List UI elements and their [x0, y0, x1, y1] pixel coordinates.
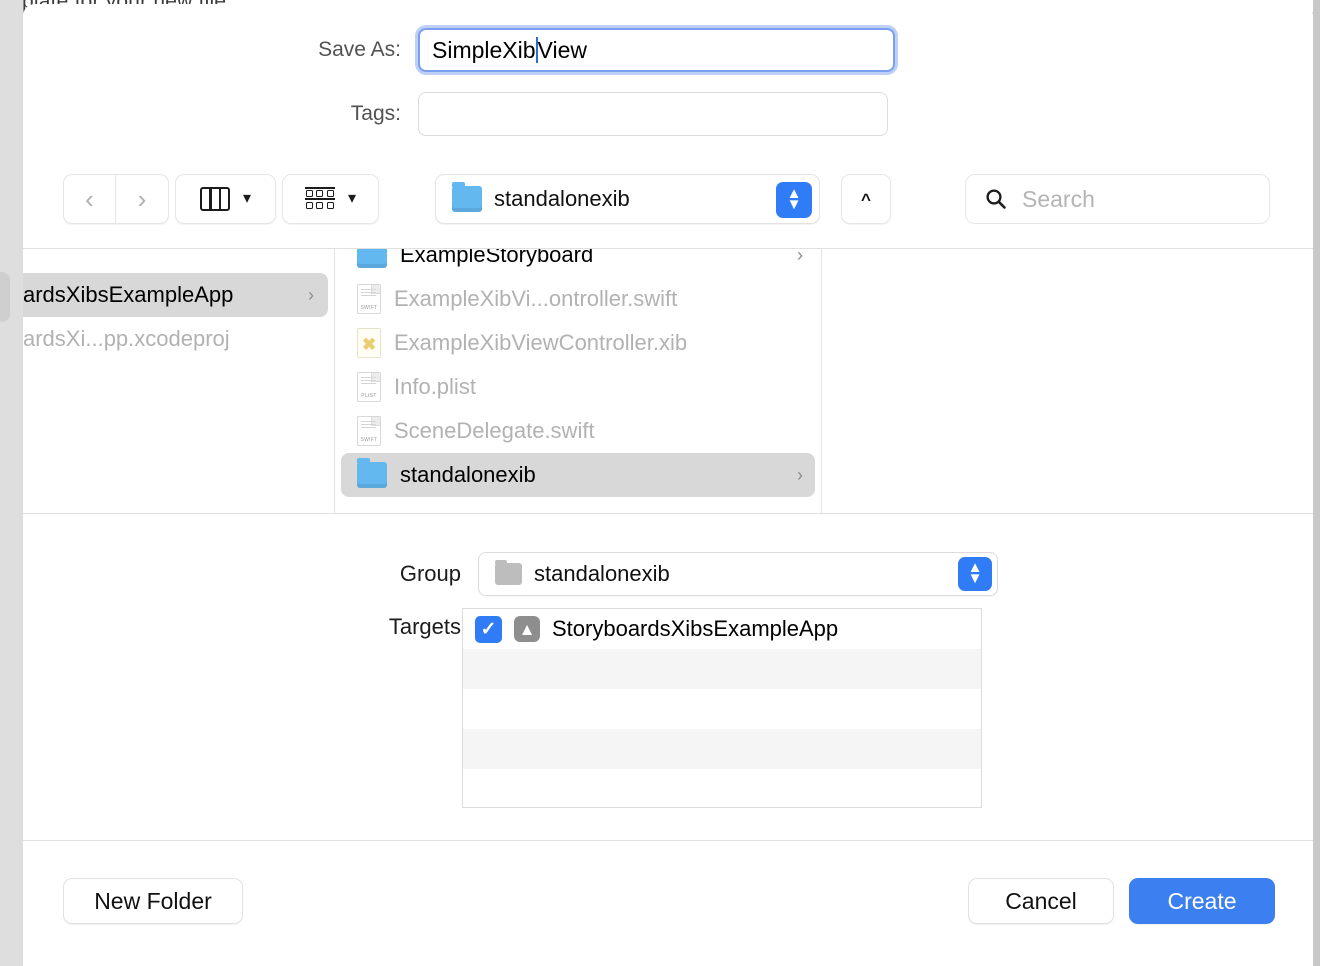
search-field[interactable]: Search: [965, 174, 1270, 224]
chevron-right-icon: ›: [797, 465, 803, 486]
targets-label: Targets: [23, 614, 478, 640]
folder-icon: [357, 249, 387, 268]
browser-toolbar: ‹ › ▾ ▾ standalonexib: [23, 174, 1313, 224]
location-popup-button[interactable]: standalonexib ▲ ▼: [435, 174, 820, 224]
location-popup-value: standalonexib: [494, 186, 630, 212]
file-name: ardsXibsExampleApp: [23, 282, 295, 308]
screen: plate for your new file Save As: SimpleX…: [0, 0, 1320, 966]
app-icon: ▲: [514, 616, 540, 642]
footer-divider: [23, 840, 1313, 841]
list-item[interactable]: SWIFT ExampleXibVi...ontroller.swift: [341, 277, 815, 321]
group-popup-button[interactable]: standalonexib ▲ ▼: [478, 552, 998, 596]
group-arrange-button[interactable]: ▾: [282, 174, 379, 224]
tags-row: Tags:: [23, 92, 888, 136]
new-folder-button[interactable]: New Folder: [63, 878, 243, 924]
swift-file-icon: SWIFT: [357, 416, 381, 446]
browser-column-2[interactable]: ExampleStoryboard › SWIFT ExampleXibVi..…: [335, 249, 822, 513]
cancel-button[interactable]: Cancel: [968, 878, 1114, 924]
chevron-down-icon: ▼: [968, 574, 983, 585]
folder-icon: [357, 462, 387, 488]
target-name: StoryboardsXibsExampleApp: [552, 616, 838, 642]
save-dialog: Save As: SimpleXib View Tags: ‹ › ▾: [23, 4, 1313, 966]
tags-label: Tags:: [23, 102, 418, 126]
group-label: Group: [23, 561, 478, 587]
file-name: SceneDelegate.swift: [394, 418, 803, 444]
chevron-down-icon: ▾: [348, 191, 356, 207]
plist-file-icon: PLIST: [357, 372, 381, 402]
chevron-left-icon: ‹: [85, 186, 94, 212]
chevron-down-icon: ▾: [243, 191, 251, 207]
chevron-right-icon: ›: [797, 249, 803, 266]
table-row[interactable]: [463, 649, 981, 689]
chevron-right-icon: ›: [308, 285, 314, 306]
table-row[interactable]: [463, 689, 981, 729]
column-view-icon: [200, 187, 230, 211]
tags-input[interactable]: [418, 92, 888, 136]
chevron-right-icon: ›: [138, 186, 147, 212]
file-name: Info.plist: [394, 374, 803, 400]
file-browser: ardsXibsExampleApp › ardsXi...pp.xcodepr…: [23, 248, 1313, 514]
browser-column-3[interactable]: [822, 249, 1313, 513]
list-item[interactable]: SWIFT SceneDelegate.swift: [341, 409, 815, 453]
file-name: ardsXi...pp.xcodeproj: [23, 326, 314, 352]
file-name: standalonexib: [400, 462, 784, 488]
chevron-down-icon: ▼: [787, 200, 802, 211]
back-button[interactable]: ‹: [63, 174, 116, 224]
background-right-panel: [1313, 0, 1320, 966]
list-item[interactable]: ✖ ExampleXibViewController.xib: [341, 321, 815, 365]
list-item[interactable]: standalonexib ›: [341, 453, 815, 497]
checkmark-icon: ✓: [481, 618, 497, 641]
list-item[interactable]: PLIST Info.plist: [341, 365, 815, 409]
create-button[interactable]: Create: [1129, 878, 1275, 924]
go-up-button[interactable]: ^: [841, 174, 891, 224]
list-item[interactable]: ardsXibsExampleApp ›: [23, 273, 328, 317]
xib-file-icon: ✖: [357, 328, 381, 358]
target-checkbox[interactable]: ✓: [475, 616, 502, 643]
table-row[interactable]: [463, 769, 981, 808]
blue-folder-icon: [452, 186, 482, 212]
group-value: standalonexib: [534, 561, 670, 587]
chevron-up-icon: ^: [861, 191, 871, 208]
search-icon: [984, 187, 1008, 211]
targets-table[interactable]: ✓ ▲ StoryboardsXibsExampleApp: [462, 608, 982, 808]
background-left-panel: [0, 0, 23, 966]
file-name: ExampleStoryboard: [400, 249, 784, 268]
save-as-label: Save As:: [23, 38, 418, 62]
save-as-value-after-caret: View: [538, 37, 587, 64]
background-sidebar-nub: [0, 272, 10, 322]
file-name: ExampleXibVi...ontroller.swift: [394, 286, 803, 312]
list-item[interactable]: ExampleStoryboard ›: [341, 249, 815, 277]
group-stepper[interactable]: ▲ ▼: [958, 557, 992, 591]
browser-column-1[interactable]: ardsXibsExampleApp › ardsXi...pp.xcodepr…: [23, 249, 335, 513]
group-arrange-icon: [305, 187, 335, 211]
save-as-row: Save As: SimpleXib View: [23, 28, 895, 72]
search-placeholder: Search: [1022, 186, 1095, 213]
table-row[interactable]: [463, 729, 981, 769]
group-row: Group standalonexib ▲ ▼: [23, 552, 998, 596]
file-name: ExampleXibViewController.xib: [394, 330, 803, 356]
table-row[interactable]: ✓ ▲ StoryboardsXibsExampleApp: [463, 609, 981, 649]
swift-file-icon: SWIFT: [357, 284, 381, 314]
save-as-input[interactable]: SimpleXib View: [418, 28, 895, 72]
forward-button[interactable]: ›: [115, 174, 169, 224]
save-as-value-before-caret: SimpleXib: [432, 37, 536, 64]
list-item[interactable]: ardsXi...pp.xcodeproj: [23, 317, 328, 361]
gray-folder-icon: [495, 563, 522, 585]
view-mode-button[interactable]: ▾: [175, 174, 276, 224]
location-stepper[interactable]: ▲ ▼: [776, 182, 812, 218]
